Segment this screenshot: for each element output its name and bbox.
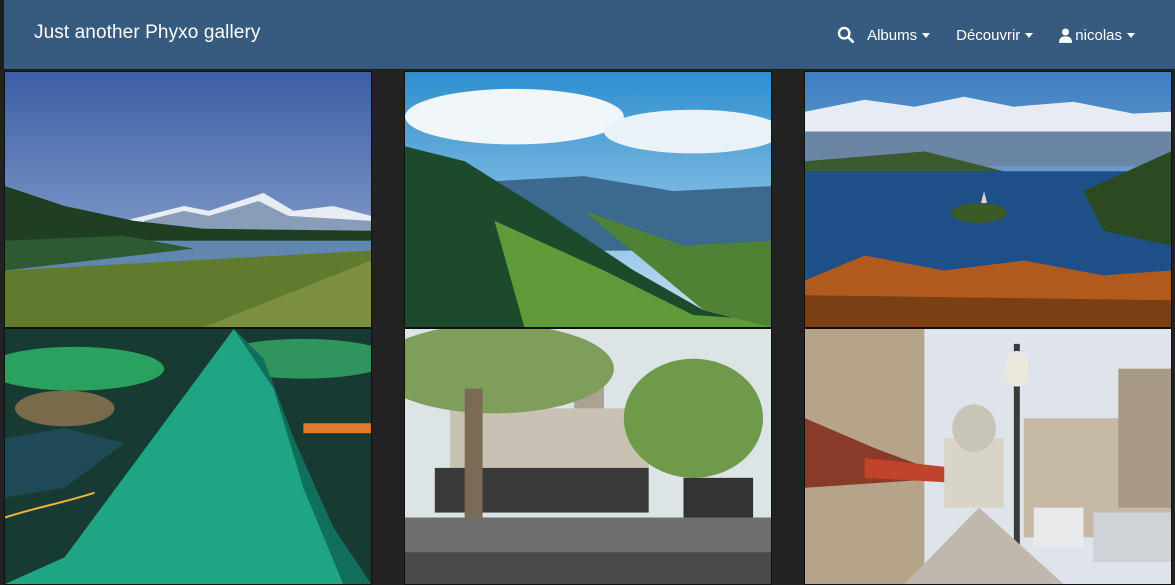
thumbnail-mountain-lake[interactable] [4, 71, 372, 328]
nav-albums-dropdown[interactable]: Albums [867, 26, 931, 44]
chevron-down-icon [922, 33, 931, 38]
nav-right: Albums Découvrir nicolas [837, 0, 1135, 70]
nav-user-label: nicolas [1075, 26, 1122, 44]
thumbnail-lake-island[interactable] [804, 71, 1172, 328]
thumbnail-gallery [0, 70, 1175, 585]
thumbnail-paris-street[interactable] [804, 328, 1172, 585]
nav-user-dropdown[interactable]: nicolas [1059, 27, 1135, 44]
user-icon [1059, 27, 1073, 43]
nav-decouvrir-label: Découvrir [956, 26, 1021, 44]
thumbnail-green-valley[interactable] [404, 71, 772, 328]
nav-decouvrir-dropdown[interactable]: Découvrir [956, 26, 1034, 44]
navbar: Just another Phyxo gallery Albums Découv… [0, 0, 1175, 70]
thumbnail-image [805, 329, 1171, 584]
chevron-down-icon [1127, 33, 1135, 38]
thumbnail-image [405, 329, 771, 584]
thumbnail-image [5, 72, 371, 327]
thumbnail-paris-bookstalls[interactable] [404, 328, 772, 585]
thumbnail-aurora-peak[interactable] [4, 328, 372, 585]
site-brand[interactable]: Just another Phyxo gallery [34, 22, 261, 44]
thumbnail-image [405, 72, 771, 327]
search-icon[interactable] [837, 26, 855, 44]
chevron-down-icon [1025, 33, 1034, 38]
thumbnail-image [805, 72, 1171, 327]
thumbnail-image [5, 329, 371, 584]
nav-albums-label: Albums [867, 26, 918, 44]
